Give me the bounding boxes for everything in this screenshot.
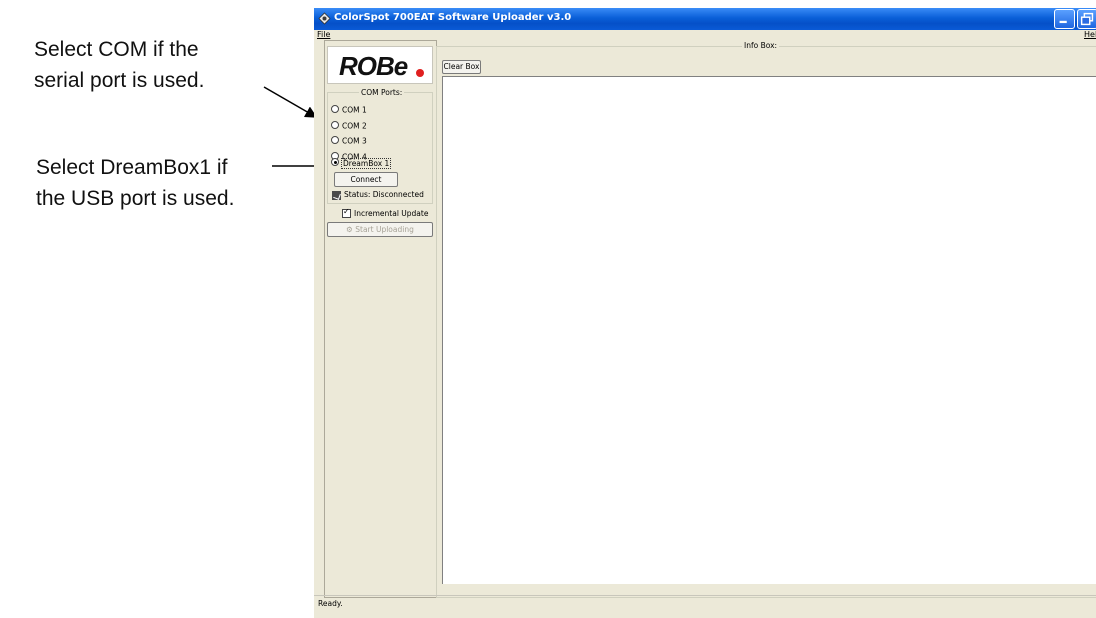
clear-box-button[interactable]: Clear Box bbox=[442, 60, 481, 74]
uploader-window: ColorSpot 700EAT Software Uploader v3.0 … bbox=[314, 8, 1096, 618]
radio-dot bbox=[331, 105, 339, 113]
radio-label: COM 3 bbox=[342, 136, 367, 146]
app-icon bbox=[318, 12, 331, 25]
window-title: ColorSpot 700EAT Software Uploader v3.0 bbox=[334, 12, 572, 23]
radio-dot bbox=[331, 121, 339, 129]
radio-com2[interactable]: COM 2 bbox=[331, 121, 367, 133]
radio-com3[interactable]: COM 3 bbox=[331, 136, 367, 148]
checkbox-checked-icon bbox=[342, 207, 351, 218]
restore-icon bbox=[1080, 12, 1094, 26]
radio-dreambox1[interactable]: DreamBox 1 bbox=[331, 157, 392, 170]
info-box-textarea[interactable] bbox=[442, 76, 1096, 584]
radio-label: DreamBox 1 bbox=[340, 157, 392, 169]
com-arrow bbox=[263, 86, 318, 118]
connection-status: Status: Disconnected bbox=[332, 190, 424, 200]
status-text: Status: Disconnected bbox=[344, 190, 424, 199]
info-box-legend: Info Box: bbox=[742, 41, 780, 50]
robe-logo: ROBe bbox=[327, 46, 433, 84]
incremental-update-checkbox[interactable]: Incremental Update bbox=[342, 207, 429, 219]
minimize-icon bbox=[1059, 20, 1067, 24]
radio-dot-selected bbox=[331, 158, 339, 166]
title-bar[interactable]: ColorSpot 700EAT Software Uploader v3.0 bbox=[314, 8, 1096, 30]
logo-text: ROBe bbox=[339, 51, 408, 81]
radio-label: COM 1 bbox=[342, 105, 367, 115]
status-bar: Ready. bbox=[314, 595, 1096, 610]
start-uploading-button: ⚙ Start Uploading bbox=[327, 222, 433, 237]
com-annotation: Select COM if the serial port is used. bbox=[34, 38, 205, 92]
com-ports-legend: COM Ports: bbox=[359, 88, 405, 97]
dreambox-annotation: Select DreamBox1 if the USB port is used… bbox=[36, 156, 235, 210]
minimize-button[interactable] bbox=[1054, 9, 1075, 29]
radio-label: COM 2 bbox=[342, 121, 367, 131]
incremental-update-label: Incremental Update bbox=[354, 209, 429, 218]
status-icon bbox=[332, 190, 341, 200]
radio-com1[interactable]: COM 1 bbox=[331, 105, 367, 117]
upload-icon: ⚙ bbox=[346, 225, 356, 234]
start-uploading-label: Start Uploading bbox=[355, 225, 414, 234]
radio-dot bbox=[331, 136, 339, 144]
logo-dot bbox=[416, 69, 424, 77]
menu-help[interactable]: Help bbox=[1084, 30, 1096, 39]
restore-button[interactable] bbox=[1077, 9, 1096, 29]
menu-file[interactable]: File bbox=[317, 30, 330, 39]
connect-button[interactable]: Connect bbox=[334, 172, 398, 187]
